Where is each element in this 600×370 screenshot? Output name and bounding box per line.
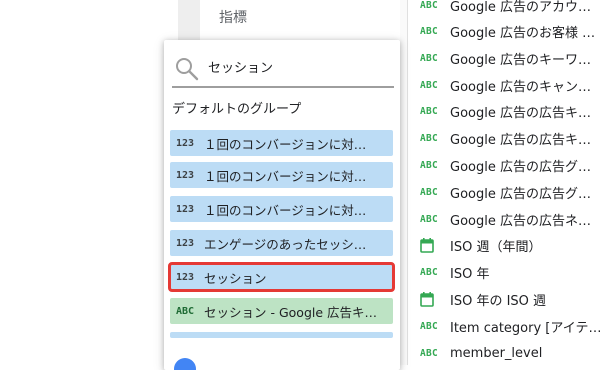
metric-option-partial[interactable] <box>170 332 393 338</box>
option-label: エンゲージのあったセッシ… <box>204 236 367 252</box>
field-item[interactable]: ABC member_level <box>420 340 542 366</box>
field-label: Google 広告の広告ネ… <box>450 213 591 229</box>
number-type-icon: 123 <box>176 237 195 249</box>
text-type-icon: ABC <box>420 52 439 64</box>
field-label: ISO 週（年間） <box>450 239 542 255</box>
number-type-icon: 123 <box>176 203 195 215</box>
option-label: １回のコンバージョンに対… <box>204 168 367 184</box>
text-type-icon: ABC <box>420 186 439 198</box>
number-type-icon: 123 <box>176 169 195 181</box>
field-label: Google 広告の広告キ… <box>450 105 591 121</box>
field-item[interactable]: ABC Google 広告の広告グ… <box>420 179 591 205</box>
text-type-icon: ABC <box>420 79 439 91</box>
field-label: ISO 年 <box>450 266 490 282</box>
field-item[interactable]: ABC ISO 年 <box>420 259 489 285</box>
field-item[interactable]: ABC Google 広告の広告キ… <box>420 98 591 124</box>
divider-line <box>407 0 408 365</box>
metrics-label: 指標 <box>219 10 247 26</box>
search-icon <box>174 56 200 86</box>
field-item[interactable]: ABC Google 広告のお客様 … <box>420 18 595 44</box>
option-label: セッション <box>204 270 267 286</box>
calendar-icon <box>420 237 450 253</box>
dimension-option[interactable]: ABC セッション - Google 広告キ… <box>170 298 393 324</box>
option-label: セッション - Google 広告キ… <box>204 304 378 320</box>
field-item[interactable]: ISO 週（年間） <box>420 232 541 258</box>
number-type-icon: 123 <box>176 271 195 283</box>
field-item[interactable]: ABC Google 広告の広告グ… <box>420 152 591 178</box>
text-type-icon: ABC <box>420 347 439 359</box>
metric-option[interactable]: 123 １回のコンバージョンに対… <box>170 130 393 156</box>
field-label: Google 広告の広告グ… <box>450 159 591 175</box>
search-input[interactable] <box>208 59 388 74</box>
text-type-icon: ABC <box>420 132 439 144</box>
field-item[interactable]: ABC Google 広告のキャン… <box>420 72 591 98</box>
field-label: Google 広告のキーワ… <box>450 52 591 68</box>
option-label: １回のコンバージョンに対… <box>204 202 367 218</box>
text-type-icon: ABC <box>420 0 439 11</box>
metric-option[interactable]: 123 １回のコンバージョンに対… <box>170 196 393 222</box>
add-button[interactable] <box>174 358 196 370</box>
field-item[interactable]: ISO 年の ISO 週 <box>420 286 546 312</box>
field-item[interactable]: ABC Item category [アイテ… <box>420 313 600 339</box>
field-label: member_level <box>450 345 543 361</box>
number-type-icon: 123 <box>176 137 195 149</box>
field-label: Google 広告の広告グ… <box>450 186 591 202</box>
field-label: Item category [アイテ… <box>450 320 600 336</box>
metric-option[interactable]: 123 １回のコンバージョンに対… <box>170 162 393 188</box>
text-type-icon: ABC <box>420 213 439 225</box>
field-label: Google 広告の広告キ… <box>450 132 591 148</box>
group-title: デフォルトのグループ <box>172 102 302 117</box>
text-type-icon: ABC <box>420 25 439 37</box>
field-item[interactable]: ABC Google 広告のアカウ… <box>420 0 591 18</box>
field-label: ISO 年の ISO 週 <box>450 293 547 309</box>
field-label: Google 広告のキャン… <box>450 79 591 95</box>
metric-option-selected[interactable]: 123 セッション <box>168 262 395 292</box>
text-type-icon: ABC <box>420 320 439 332</box>
field-label: Google 広告のお客様 … <box>450 25 596 41</box>
text-type-icon: ABC <box>420 105 439 117</box>
option-label: １回のコンバージョンに対… <box>204 136 367 152</box>
field-item[interactable]: ABC Google 広告の広告キ… <box>420 125 591 151</box>
calendar-icon <box>420 291 450 307</box>
metric-option[interactable]: 123 エンゲージのあったセッシ… <box>170 230 393 256</box>
field-picker-dropdown: デフォルトのグループ 123 １回のコンバージョンに対… 123 １回のコンバージョ… <box>164 40 400 370</box>
text-type-icon: ABC <box>420 159 439 171</box>
search-bar <box>172 54 394 88</box>
field-item[interactable]: ABC Google 広告のキーワ… <box>420 45 591 71</box>
field-item[interactable]: ABC Google 広告の広告ネ… <box>420 206 591 232</box>
text-type-icon: ABC <box>420 266 439 278</box>
field-label: Google 広告のアカウ… <box>450 0 591 15</box>
text-type-icon: ABC <box>176 305 195 317</box>
